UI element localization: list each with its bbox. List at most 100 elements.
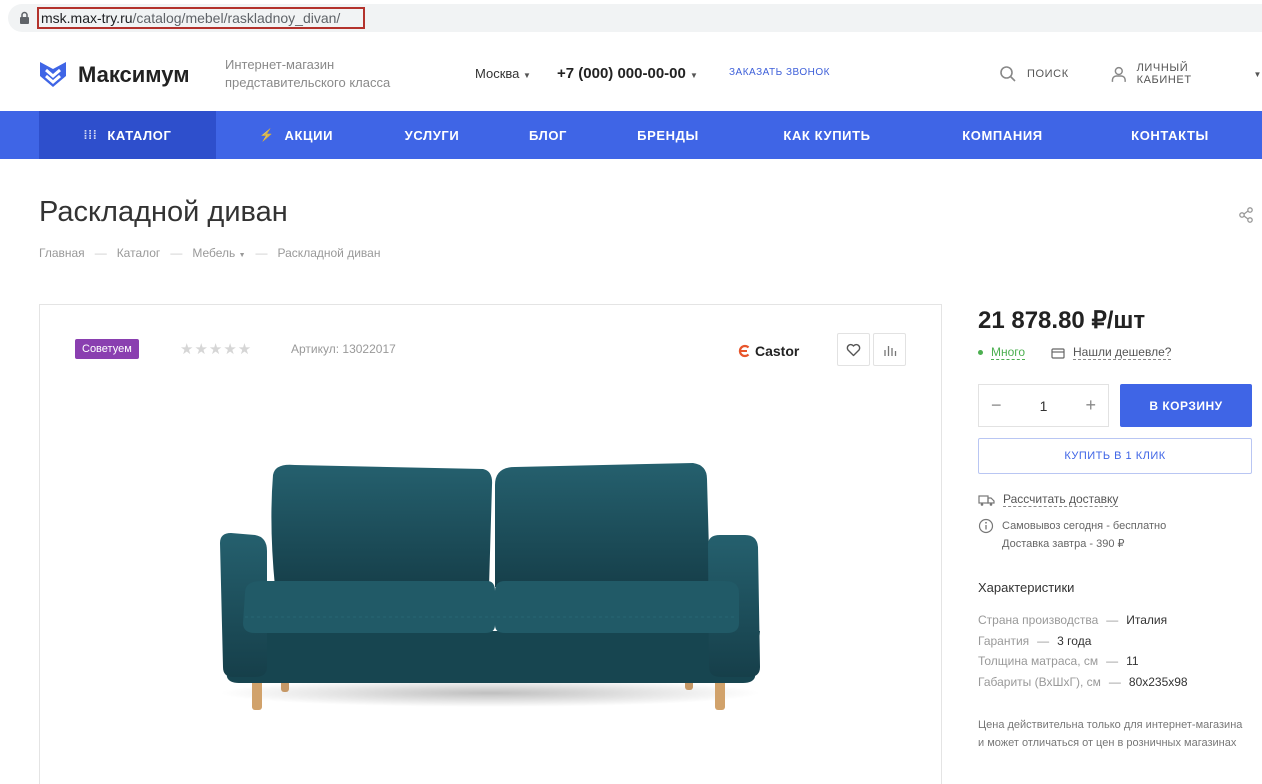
add-to-cart-button[interactable]: В КОРЗИНУ (1120, 384, 1252, 427)
nav-item-brands[interactable]: БРЕНДЫ (618, 111, 718, 159)
characteristic-value: 11 (1126, 654, 1139, 668)
delivery-calc-label: Рассчитать доставку (1003, 492, 1119, 507)
nav-label: УСЛУГИ (404, 127, 460, 143)
price-note: Цена действительна только для интернет-м… (978, 719, 1243, 749)
favorite-button[interactable] (837, 333, 870, 366)
tagline: Интернет-магазин представительского клас… (225, 56, 415, 92)
characteristics-title: Характеристики (978, 580, 1075, 595)
quantity-stepper[interactable]: − 1 + (978, 384, 1109, 427)
recommend-badge: Советуем (75, 339, 139, 359)
url-host: msk.max-try.ru (41, 10, 133, 26)
url-path: /catalog/mebel/raskladnoy_divan/ (132, 10, 341, 26)
nav-label: КОНТАКТЫ (1131, 127, 1209, 143)
plus-icon[interactable]: + (1085, 395, 1096, 416)
castor-logo-icon (738, 344, 750, 358)
lightning-icon: ⚡ (258, 128, 275, 142)
grid-icon: ⁞⁞⁞ (83, 128, 98, 142)
caret-down-icon: ▼ (523, 71, 531, 80)
lock-icon (20, 11, 29, 24)
main-nav: ⁞⁞⁞ КАТАЛОГ ⚡ АКЦИИ УСЛУГИ БЛОГ БРЕНДЫ КАК… (0, 111, 1262, 159)
breadcrumb-current: Раскладной диван (277, 246, 381, 260)
breadcrumb-catalog[interactable]: Каталог (117, 246, 161, 260)
phone-selector[interactable]: +7 (000) 000-00-00 ▼ (557, 65, 698, 82)
tagline-line1: Интернет-магазин (225, 57, 335, 72)
buy-one-click-button[interactable]: КУПИТЬ В 1 КЛИК (978, 438, 1252, 474)
nav-item-services[interactable]: УСЛУГИ (382, 111, 482, 159)
pickup-text: Самовывоз сегодня - бесплатно (1002, 520, 1167, 532)
nav-label: КАК КУПИТЬ (783, 127, 871, 143)
nav-item-catalog[interactable]: ⁞⁞⁞ КАТАЛОГ (39, 111, 216, 159)
characteristic-dash: — (1106, 654, 1119, 668)
nav-label: КАТАЛОГ (107, 127, 172, 143)
compare-button[interactable] (873, 333, 906, 366)
stock-status[interactable]: Много (978, 345, 1026, 360)
characteristics-list: Страна производства — Италия Гарантия — 3 го… (978, 610, 1188, 692)
search-label: ПОИСК (1027, 68, 1069, 80)
nav-item-contacts[interactable]: КОНТАКТЫ (1110, 111, 1230, 159)
page-title: Раскладной диван (39, 196, 288, 228)
caret-down-icon: ▼ (690, 71, 698, 80)
browser-address-bar: msk.max-try.ru/catalog/mebel/raskladnoy_… (0, 0, 1262, 38)
characteristic-value: 3 года (1057, 633, 1092, 648)
logo-icon[interactable] (38, 59, 68, 89)
share-icon[interactable] (1238, 207, 1254, 223)
nav-item-how-to-buy[interactable]: КАК КУПИТЬ (762, 111, 892, 159)
tagline-line2: представительского класса (225, 75, 391, 90)
brand-logo[interactable]: Castor (737, 343, 799, 359)
characteristic-dash: — (1037, 633, 1050, 648)
logo-text[interactable]: Максимум (78, 62, 190, 88)
delivery-info-text: Самовывоз сегодня - бесплатно Доставка з… (1002, 517, 1166, 553)
breadcrumb: Главная — Каталог — Мебель ▼ — Раскладно… (39, 246, 380, 260)
nav-label: БРЕНДЫ (637, 127, 699, 143)
url-text[interactable]: msk.max-try.ru/catalog/mebel/raskladnoy_… (37, 7, 365, 29)
breadcrumb-separator: — (255, 246, 268, 260)
characteristic-row: Габариты (ВхШхГ), см — 80х235х98 (978, 672, 1188, 693)
search-icon (1000, 66, 1016, 82)
nav-item-blog[interactable]: БЛОГ (508, 111, 588, 159)
truck-icon (978, 494, 995, 506)
stock-label: Много (991, 345, 1026, 360)
breadcrumb-furniture-label: Мебель (192, 246, 236, 260)
nav-item-company[interactable]: КОМПАНИЯ (940, 111, 1065, 159)
characteristic-row: Гарантия — 3 года (978, 631, 1188, 652)
stock-dot-icon (978, 350, 983, 355)
characteristic-value: 80х235х98 (1128, 674, 1188, 689)
brand-name: Castor (755, 343, 800, 359)
quantity-value[interactable]: 1 (1040, 398, 1048, 414)
breadcrumb-furniture[interactable]: Мебель ▼ (192, 246, 245, 260)
caret-down-icon: ▼ (238, 252, 246, 259)
characteristic-key: Габариты (ВхШхГ), см (978, 674, 1101, 689)
heart-icon (846, 343, 861, 356)
nav-label: КОМПАНИЯ (962, 127, 1043, 143)
site-header: Максимум Интернет-магазин представительс… (0, 38, 1262, 111)
breadcrumb-separator: — (170, 246, 183, 260)
characteristic-dash: — (1106, 613, 1119, 627)
callback-link[interactable]: ЗАКАЗАТЬ ЗВОНОК (729, 67, 830, 78)
nav-label: БЛОГ (528, 127, 568, 143)
city-selector[interactable]: Москва ▼ (475, 66, 531, 81)
nav-item-sales[interactable]: ⚡ АКЦИИ (246, 111, 346, 159)
wallet-icon (1051, 347, 1065, 359)
breadcrumb-separator: — (94, 246, 107, 260)
account-label: ЛИЧНЫЙ КАБИНЕТ (1136, 62, 1192, 86)
characteristic-row: Страна производства — Италия (978, 610, 1188, 631)
characteristic-dash: — (1108, 674, 1121, 689)
product-image[interactable] (215, 455, 765, 725)
minus-icon[interactable]: − (991, 395, 1002, 416)
nav-label: АКЦИИ (284, 127, 334, 143)
rating-stars[interactable]: ★★★★★ (180, 340, 252, 358)
delivery-tomorrow-text: Доставка завтра - 390 ₽ (1002, 538, 1125, 550)
search-button[interactable]: ПОИСК (999, 64, 1069, 84)
characteristic-value: Италия (1126, 613, 1168, 627)
breadcrumb-home[interactable]: Главная (39, 246, 85, 260)
info-icon (978, 518, 994, 534)
compare-icon (883, 345, 896, 356)
caret-down-icon: ▼ (1253, 69, 1262, 79)
product-price: 21 878.80 ₽/шт (978, 307, 1146, 334)
characteristic-row: Толщина матраса, см — 11 (978, 651, 1188, 672)
characteristic-key: Страна производства (978, 613, 1099, 627)
delivery-calc-link[interactable]: Рассчитать доставку (978, 492, 1119, 507)
delivery-info: Самовывоз сегодня - бесплатно Доставка з… (978, 517, 1166, 553)
found-cheaper-link[interactable]: Нашли дешевле? (1051, 345, 1172, 360)
account-button[interactable]: ЛИЧНЫЙ КАБИНЕТ ▼ (1110, 62, 1262, 86)
